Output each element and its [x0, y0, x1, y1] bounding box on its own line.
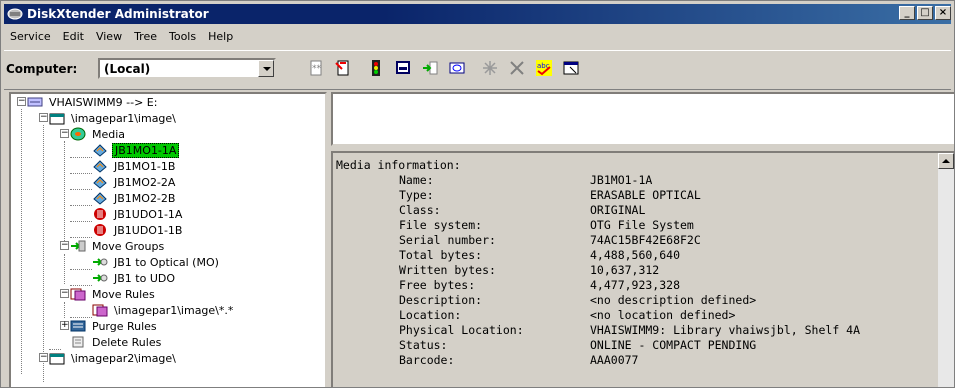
collapse-move-rules-toggle[interactable]: − [60, 289, 69, 298]
close-button[interactable]: × [935, 6, 951, 20]
folder-server-icon [49, 111, 65, 125]
scroll-up-icon[interactable] [938, 153, 954, 169]
collapse-media-toggle[interactable]: − [60, 129, 69, 138]
red-tool-icon[interactable] [331, 56, 355, 80]
rule-icon [92, 303, 108, 317]
star-icon[interactable] [478, 56, 502, 80]
tree-node-media[interactable]: Media [70, 126, 127, 142]
diskxtender-app-icon [7, 7, 23, 21]
tree-node-media-item[interactable]: JB1UDO1-1B [92, 222, 184, 238]
tree-node-media-item[interactable]: JB1UDO1-1A [92, 206, 184, 222]
tree-node-imagepar1[interactable]: \imagepar1\image\ [49, 110, 178, 126]
media-info-pane: Media information: Name: JB1MO1-1A Type: E… [331, 151, 954, 387]
delete-icon[interactable] [505, 56, 529, 80]
tree-node-media-item[interactable]: JB1MO1-1B [92, 158, 177, 174]
folder-server-icon [49, 351, 65, 365]
properties-icon[interactable] [559, 56, 583, 80]
move-rules-icon [70, 287, 86, 301]
tree-node-move-groups[interactable]: Move Groups [70, 238, 166, 254]
udo-disc-icon [92, 207, 108, 221]
spell-check-icon[interactable]: abc [532, 56, 556, 80]
tree-node-media-item[interactable]: JB1MO2-2A [92, 174, 177, 190]
media-group-icon [70, 127, 86, 141]
menu-tree[interactable]: Tree [128, 30, 163, 43]
computer-label: Computer: [6, 62, 78, 76]
list-pane[interactable] [331, 92, 954, 146]
collapse-imagepar1-toggle[interactable]: − [39, 113, 48, 122]
maximize-button[interactable]: □ [917, 6, 933, 20]
chevron-down-icon[interactable] [258, 60, 274, 77]
move-group-arrow-icon [92, 255, 108, 269]
tree-node-media-item[interactable]: JB1MO1-1A [92, 142, 180, 158]
optical-disc-icon [92, 159, 108, 173]
tree-pane[interactable]: − VHAISWIMM9 --> E: − \imagepar1\image\ … [9, 92, 327, 387]
move-group-arrow-icon [92, 271, 108, 285]
tree-node-purge-rules[interactable]: Purge Rules [70, 318, 159, 334]
app-window: DiskXtender Administrator _ □ × Service … [0, 0, 955, 388]
window-title: DiskXtender Administrator [27, 7, 209, 21]
optical-disc-icon [92, 143, 108, 157]
menu-help[interactable]: Help [202, 30, 239, 43]
move-icon[interactable] [418, 56, 442, 80]
svg-text:**: ** [312, 64, 322, 74]
network-drive-icon [27, 95, 43, 109]
media-info-header: Media information: [336, 158, 461, 172]
optical-disc-icon [92, 191, 108, 205]
purge-rules-icon [70, 319, 86, 333]
tree-node-move-rules[interactable]: Move Rules [70, 286, 157, 302]
computer-select-value: (Local) [104, 62, 151, 76]
expand-purge-rules-toggle[interactable]: + [60, 321, 69, 330]
tree-node-media-item[interactable]: JB1MO2-2B [92, 190, 177, 206]
move-groups-icon [70, 239, 86, 253]
tree-node-imagepar2[interactable]: \imagepar2\image\ [49, 350, 178, 366]
media-icon[interactable] [445, 56, 469, 80]
udo-disc-icon [92, 223, 108, 237]
toolbar: Computer: (Local) ** abc [4, 50, 951, 90]
minimize-button[interactable]: _ [899, 6, 915, 20]
menu-edit[interactable]: Edit [57, 30, 90, 43]
menu-view[interactable]: View [90, 30, 128, 43]
menu-tools[interactable]: Tools [163, 30, 202, 43]
collapse-imagepar2-toggle[interactable]: − [39, 353, 48, 362]
new-icon[interactable]: ** [304, 56, 328, 80]
title-bar[interactable]: DiskXtender Administrator _ □ × [4, 4, 951, 24]
optical-disc-icon [92, 175, 108, 189]
tree-node-delete-rules[interactable]: Delete Rules [70, 334, 163, 350]
computer-select[interactable]: (Local) [98, 58, 276, 79]
menu-service[interactable]: Service [4, 30, 57, 43]
delete-rules-icon [70, 335, 86, 349]
print-icon[interactable] [391, 56, 415, 80]
collapse-move-groups-toggle[interactable]: − [60, 241, 69, 250]
tree-node-root[interactable]: VHAISWIMM9 --> E: [27, 94, 159, 110]
traffic-light-icon[interactable] [364, 56, 388, 80]
collapse-root-toggle[interactable]: − [17, 97, 26, 106]
menu-bar: Service Edit View Tree Tools Help [4, 26, 951, 46]
info-scrollbar[interactable] [938, 153, 954, 387]
tree-node-move-group-item[interactable]: JB1 to UDO [92, 270, 177, 286]
tree-node-move-group-item[interactable]: JB1 to Optical (MO) [92, 254, 221, 270]
tree-node-move-rule-item[interactable]: \imagepar1\image\*.* [92, 302, 235, 318]
